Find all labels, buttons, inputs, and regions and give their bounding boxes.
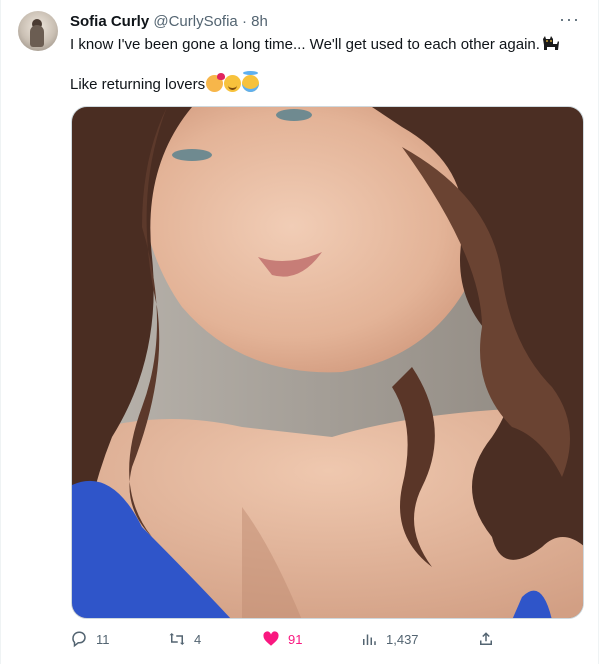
more-options-button[interactable]: ··· bbox=[559, 10, 580, 28]
tweet-text: I know I've been gone a long time... We'… bbox=[70, 35, 580, 95]
share-icon bbox=[477, 630, 495, 648]
tweet-time[interactable]: 8h bbox=[251, 13, 268, 30]
tweet[interactable]: Sofia Curly @CurlySofia · 8h ··· I know … bbox=[0, 0, 599, 664]
share-button[interactable] bbox=[477, 630, 503, 648]
tweet-header: Sofia Curly @CurlySofia · 8h bbox=[70, 12, 268, 32]
author-name[interactable]: Sofia Curly bbox=[70, 13, 149, 30]
tweet-text-line-2: Like returning lovers bbox=[70, 71, 580, 95]
smiling-face-with-smiling-eyes-emoji-icon bbox=[224, 75, 242, 92]
reply-button[interactable]: 11 bbox=[70, 630, 110, 648]
repost-icon bbox=[168, 630, 186, 648]
smiling-face-with-hearts-emoji-icon bbox=[206, 73, 226, 92]
smiling-face-with-halo-emoji-icon bbox=[242, 71, 260, 92]
avatar[interactable] bbox=[18, 11, 58, 51]
repost-count: 4 bbox=[194, 631, 202, 647]
tweet-text-line-1: I know I've been gone a long time... We'… bbox=[70, 35, 580, 55]
tweet-text-line-1-content: I know I've been gone a long time... We'… bbox=[70, 36, 540, 53]
avatar-figure-body bbox=[30, 25, 44, 47]
reply-count: 11 bbox=[96, 631, 110, 647]
tweet-actions: 11 4 91 1,437 bbox=[70, 630, 580, 654]
header-separator: · bbox=[241, 13, 247, 30]
photo-icon bbox=[72, 107, 583, 618]
tweet-text-line-2-content: Like returning lovers bbox=[70, 76, 206, 93]
tweet-photo[interactable] bbox=[71, 106, 584, 619]
like-count: 91 bbox=[288, 631, 303, 647]
repost-button[interactable]: 4 bbox=[168, 630, 201, 648]
black-cat-emoji-icon bbox=[542, 36, 559, 50]
author-handle[interactable]: @CurlySofia bbox=[153, 13, 237, 30]
views-count: 1,437 bbox=[386, 631, 419, 647]
views-icon bbox=[360, 630, 378, 648]
views-button[interactable]: 1,437 bbox=[360, 630, 419, 648]
like-button[interactable]: 91 bbox=[262, 630, 302, 648]
heart-icon bbox=[262, 630, 280, 648]
reply-icon bbox=[70, 630, 88, 648]
